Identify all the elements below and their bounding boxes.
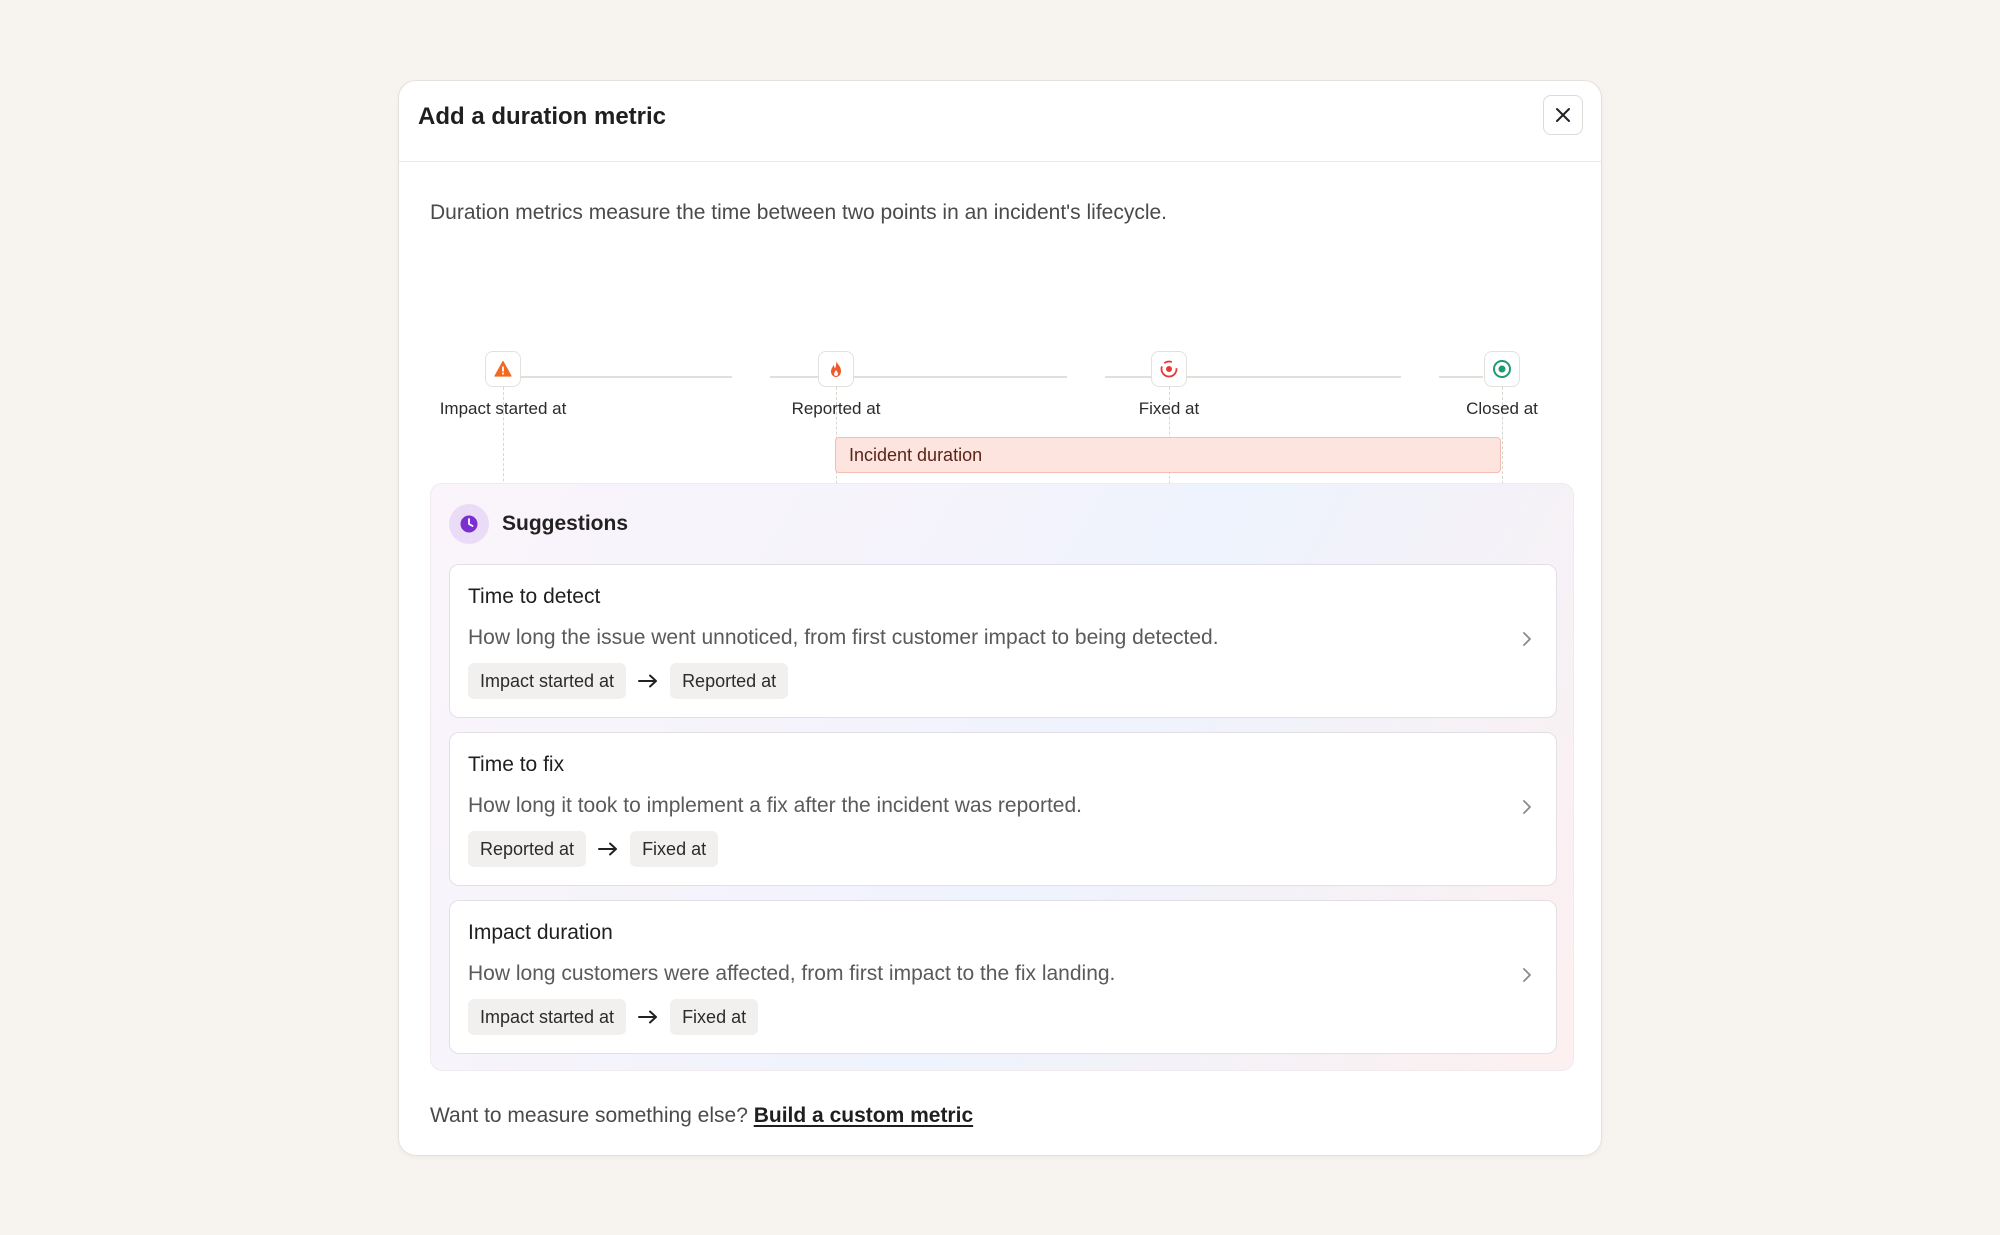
intro-text: Duration metrics measure the time betwee… <box>430 201 1168 224</box>
start-point-tag: Reported at <box>468 831 587 867</box>
end-point-tag: Fixed at <box>630 831 719 867</box>
add-duration-metric-modal: Add a duration metric Duration metrics m… <box>398 80 1602 1156</box>
check-circle-icon <box>1493 360 1511 378</box>
chevron-right-icon <box>1523 968 1531 982</box>
target-icon <box>1160 360 1178 378</box>
suggestion-range: Reported at Fixed at <box>468 831 719 867</box>
timeline-segment <box>770 376 1067 378</box>
close-button[interactable] <box>1543 95 1583 135</box>
modal-header: Add a duration metric <box>399 81 1601 162</box>
suggestion-range: Impact started at Reported at <box>468 663 789 699</box>
suggestion-description: How long it took to implement a fix afte… <box>468 794 1082 817</box>
suggestion-description: How long the issue went unnoticed, from … <box>468 626 1219 649</box>
arrow-right-icon <box>586 842 630 856</box>
timeline-label: Closed at <box>1466 399 1538 418</box>
chevron-right-icon <box>1523 632 1531 646</box>
suggestion-description: How long customers were affected, from f… <box>468 962 1116 985</box>
timeline-label: Fixed at <box>1138 399 1200 418</box>
suggestions-icon-badge <box>449 504 489 544</box>
suggestions-panel: Suggestions Time to detect How long the … <box>430 483 1574 1071</box>
suggestion-title: Time to detect <box>468 585 601 608</box>
flame-icon <box>831 361 841 377</box>
close-icon <box>1556 108 1570 122</box>
timeline-segment <box>1105 376 1401 378</box>
timeline-node-fixed <box>1151 351 1187 387</box>
footer: Want to measure something else? Build a … <box>430 1104 973 1128</box>
incident-timeline: Impact started at Reported at Fixed at C… <box>399 271 1603 553</box>
timeline-node-reported <box>818 351 854 387</box>
suggestions-header: Suggestions <box>449 504 628 544</box>
arrow-right-icon <box>626 674 670 688</box>
timeline-label: Impact started at <box>439 399 567 418</box>
warning-icon <box>494 360 512 377</box>
arrow-right-icon <box>626 1010 670 1024</box>
start-point-tag: Impact started at <box>468 663 627 699</box>
timeline-segment <box>1439 376 1483 378</box>
footer-prompt: Want to measure something else? <box>430 1104 748 1127</box>
timeline-node-impact-started <box>485 351 521 387</box>
modal-title: Add a duration metric <box>418 103 667 130</box>
suggestion-range: Impact started at Fixed at <box>468 999 759 1035</box>
timeline-segment <box>520 376 732 378</box>
clock-icon <box>460 515 478 533</box>
suggestion-title: Impact duration <box>468 921 613 944</box>
suggestion-card-time-to-fix[interactable]: Time to fix How long it took to implemen… <box>449 732 1557 886</box>
timeline-label: Reported at <box>791 399 881 418</box>
suggestions-title: Suggestions <box>502 512 629 535</box>
end-point-tag: Reported at <box>670 663 789 699</box>
end-point-tag: Fixed at <box>670 999 759 1035</box>
start-point-tag: Impact started at <box>468 999 627 1035</box>
build-custom-metric-link[interactable]: Build a custom metric <box>754 1104 973 1127</box>
chevron-right-icon <box>1523 800 1531 814</box>
incident-duration-bar: Incident duration <box>835 437 1501 473</box>
suggestion-card-time-to-detect[interactable]: Time to detect How long the issue went u… <box>449 564 1557 718</box>
suggestion-title: Time to fix <box>468 753 565 776</box>
timeline-node-closed <box>1484 351 1520 387</box>
suggestion-card-impact-duration[interactable]: Impact duration How long customers were … <box>449 900 1557 1054</box>
